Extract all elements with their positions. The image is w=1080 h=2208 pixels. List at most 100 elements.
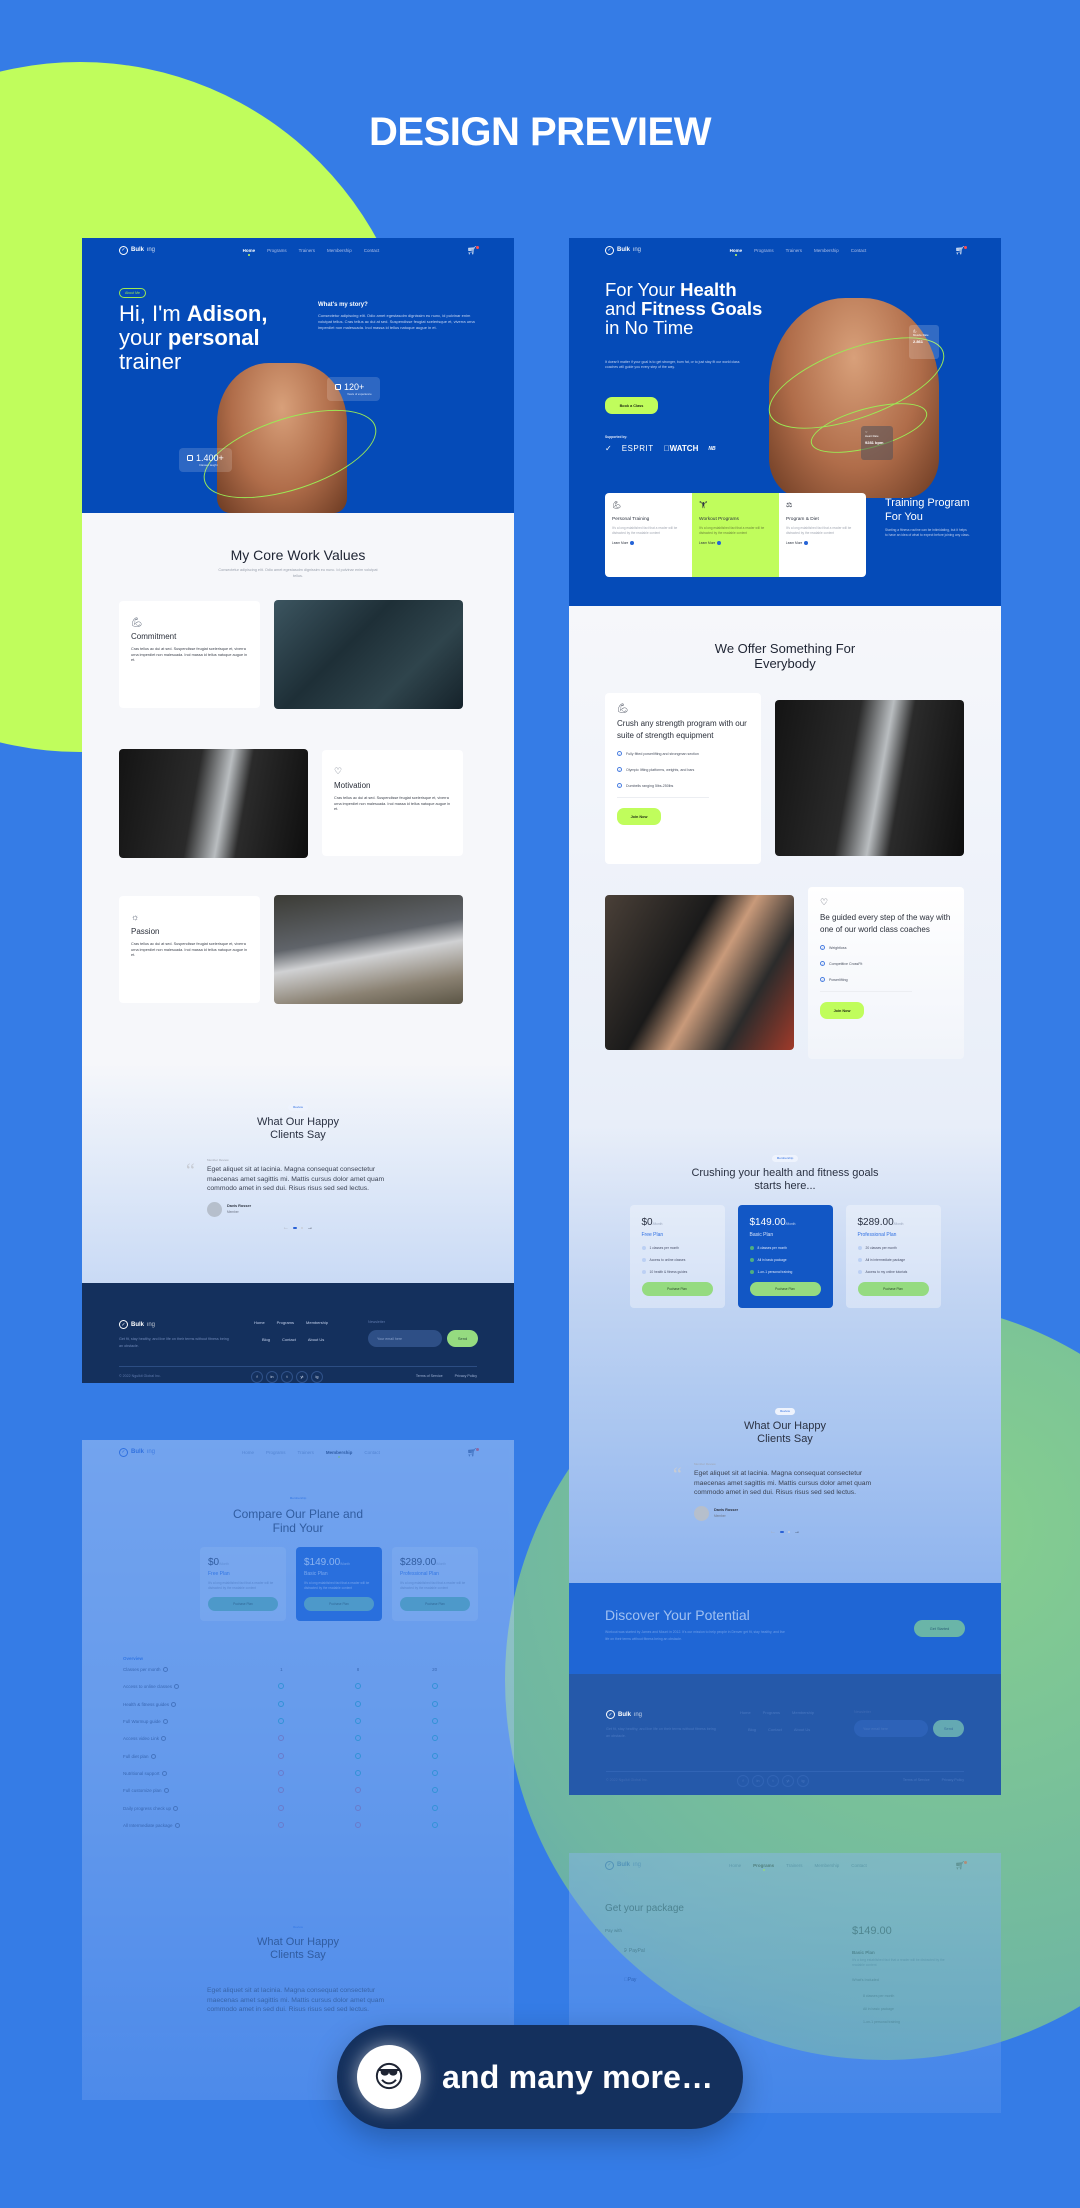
linkedin-icon[interactable]: in bbox=[752, 1775, 764, 1787]
brand-logo[interactable]: ✓ Bulk ing bbox=[119, 245, 155, 255]
cart-icon[interactable]: 🛒︎ bbox=[467, 245, 480, 255]
footer-link-blog[interactable]: Blog bbox=[748, 1727, 756, 1732]
newsletter-email-input[interactable]: Your email here bbox=[854, 1720, 928, 1737]
terms-link[interactable]: Terms of Service bbox=[903, 1778, 930, 1782]
nav-membership[interactable]: Membership bbox=[814, 1863, 839, 1868]
nav-home[interactable]: Home bbox=[730, 248, 742, 256]
cart-icon[interactable]: 🛒︎ bbox=[955, 245, 968, 255]
nav-contact[interactable]: Contact bbox=[364, 1450, 380, 1455]
carousel-dot-active[interactable] bbox=[293, 1226, 297, 1229]
footer-link-programs[interactable]: Programs bbox=[277, 1320, 294, 1325]
info-icon[interactable] bbox=[150, 1753, 156, 1759]
footer-link-contact[interactable]: Contact bbox=[282, 1337, 296, 1342]
nav-programs[interactable]: Programs bbox=[267, 248, 287, 253]
check-circle-icon: ✓ bbox=[820, 977, 825, 982]
footer-link-membership[interactable]: Membership bbox=[306, 1320, 328, 1325]
info-icon[interactable] bbox=[174, 1684, 180, 1690]
nav-trainers[interactable]: Trainers bbox=[299, 248, 315, 253]
twitter-icon[interactable]: t bbox=[281, 1371, 293, 1383]
nav-contact[interactable]: Contact bbox=[851, 1863, 867, 1868]
carousel-dot-active[interactable] bbox=[780, 1530, 784, 1533]
instagram-icon[interactable]: ig bbox=[311, 1371, 323, 1383]
facebook-icon[interactable]: f bbox=[251, 1371, 263, 1383]
learn-more-link[interactable]: Learn More bbox=[786, 541, 859, 546]
learn-more-link[interactable]: Learn More bbox=[699, 541, 772, 546]
purchase-plan-button[interactable]: Puchase Plan bbox=[749, 1282, 821, 1296]
info-icon[interactable] bbox=[161, 1736, 167, 1742]
footer-link-blog[interactable]: Blog bbox=[262, 1337, 270, 1342]
privacy-link[interactable]: Privacy Policy bbox=[942, 1778, 964, 1782]
feature-label: Full customize plan bbox=[123, 1788, 162, 1794]
newsletter-send-button[interactable]: Send bbox=[933, 1720, 964, 1737]
nav-home[interactable]: Home bbox=[242, 1450, 254, 1455]
footer-link-about[interactable]: About Us bbox=[308, 1337, 324, 1342]
footer-link-home[interactable]: Home bbox=[254, 1320, 265, 1325]
info-icon[interactable] bbox=[162, 1719, 168, 1725]
instagram-icon[interactable]: ig bbox=[797, 1775, 809, 1787]
about-me-badge: About Me bbox=[119, 288, 146, 298]
privacy-link[interactable]: Privacy Policy bbox=[455, 1374, 477, 1378]
learn-more-link[interactable]: Learn More bbox=[612, 541, 685, 546]
arrow-left-icon[interactable]: ← bbox=[770, 1529, 776, 1535]
footer-logo[interactable]: ✓ Bulk ing bbox=[119, 1320, 155, 1329]
comparison-row: Access video Link bbox=[123, 1730, 473, 1747]
nav-membership[interactable]: Membership bbox=[814, 248, 839, 253]
get-started-button[interactable]: Get Started bbox=[914, 1620, 965, 1637]
book-class-button[interactable]: Book a Class bbox=[605, 397, 658, 414]
arrow-circle-icon bbox=[804, 541, 809, 546]
arrow-right-icon[interactable]: → bbox=[794, 1529, 800, 1535]
check-icon bbox=[641, 1246, 646, 1250]
purchase-plan-button[interactable]: Puchase Plan bbox=[400, 1596, 470, 1611]
carousel-dot[interactable] bbox=[301, 1226, 303, 1229]
info-icon[interactable] bbox=[161, 1770, 167, 1776]
footer-link-membership[interactable]: Membership bbox=[792, 1710, 814, 1715]
purchase-plan-button[interactable]: Puchase Plan bbox=[857, 1282, 929, 1296]
nav-programs[interactable]: Programs bbox=[753, 1863, 774, 1871]
nav-membership[interactable]: Membership bbox=[326, 1450, 352, 1458]
terms-link[interactable]: Terms of Service bbox=[416, 1374, 443, 1378]
purchase-plan-button[interactable]: Puchase Plan bbox=[641, 1282, 713, 1296]
plan-basic: $149.00/Month Basic Plan It's a long est… bbox=[296, 1547, 382, 1621]
linkedin-icon[interactable]: in bbox=[266, 1371, 278, 1383]
join-now-button[interactable]: Join Now bbox=[820, 1002, 864, 1019]
purchase-plan-button[interactable]: Puchase Plan bbox=[304, 1596, 374, 1611]
youtube-icon[interactable]: yt bbox=[296, 1371, 308, 1383]
cart-icon[interactable]: 🛒︎ bbox=[955, 1860, 968, 1870]
info-icon[interactable] bbox=[171, 1701, 177, 1707]
nav-programs[interactable]: Programs bbox=[754, 248, 774, 253]
brand-logo[interactable]: ✓ Bulk ing bbox=[605, 245, 641, 255]
nav-home[interactable]: Home bbox=[729, 1863, 741, 1868]
info-icon[interactable] bbox=[162, 1667, 168, 1673]
info-icon[interactable] bbox=[173, 1805, 179, 1811]
nav-contact[interactable]: Contact bbox=[851, 248, 867, 253]
footer-link-contact[interactable]: Contact bbox=[768, 1727, 782, 1732]
apple-pay-option[interactable]: Pay bbox=[624, 1977, 636, 1983]
cart-icon[interactable]: 🛒︎ bbox=[467, 1447, 480, 1457]
newsletter-email-input[interactable]: Your email here bbox=[368, 1330, 442, 1347]
join-now-button[interactable]: Join Now bbox=[617, 808, 661, 825]
nav-programs[interactable]: Programs bbox=[266, 1450, 286, 1455]
nav-trainers[interactable]: Trainers bbox=[786, 248, 802, 253]
nav-membership[interactable]: Membership bbox=[327, 248, 352, 253]
facebook-icon[interactable]: f bbox=[737, 1775, 749, 1787]
paypal-option[interactable]: 𝙿 PayPal bbox=[624, 1948, 645, 1954]
dumbbell-icon: 🏋︎ bbox=[699, 502, 708, 509]
nav-home[interactable]: Home bbox=[243, 248, 255, 256]
footer-link-about[interactable]: About Us bbox=[794, 1727, 810, 1732]
twitter-icon[interactable]: t bbox=[767, 1775, 779, 1787]
brand-logo[interactable]: ✓ Bulk ing bbox=[119, 1447, 155, 1457]
brand-logo[interactable]: ✓ Bulk ing bbox=[605, 1860, 641, 1870]
info-icon[interactable] bbox=[163, 1788, 169, 1794]
purchase-plan-button[interactable]: Puchase Plan bbox=[208, 1596, 278, 1611]
newsletter-send-button[interactable]: Send bbox=[447, 1330, 478, 1347]
footer-link-home[interactable]: Home bbox=[740, 1710, 751, 1715]
info-icon[interactable] bbox=[174, 1822, 180, 1828]
nav-trainers[interactable]: Trainers bbox=[786, 1863, 802, 1868]
carousel-dot[interactable] bbox=[788, 1530, 790, 1533]
nav-trainers[interactable]: Trainers bbox=[298, 1450, 314, 1455]
footer-link-programs[interactable]: Programs bbox=[763, 1710, 780, 1715]
arrow-left-icon[interactable]: ← bbox=[283, 1225, 289, 1231]
nav-contact[interactable]: Contact bbox=[364, 248, 380, 253]
arrow-right-icon[interactable]: → bbox=[307, 1225, 313, 1231]
youtube-icon[interactable]: yt bbox=[782, 1775, 794, 1787]
